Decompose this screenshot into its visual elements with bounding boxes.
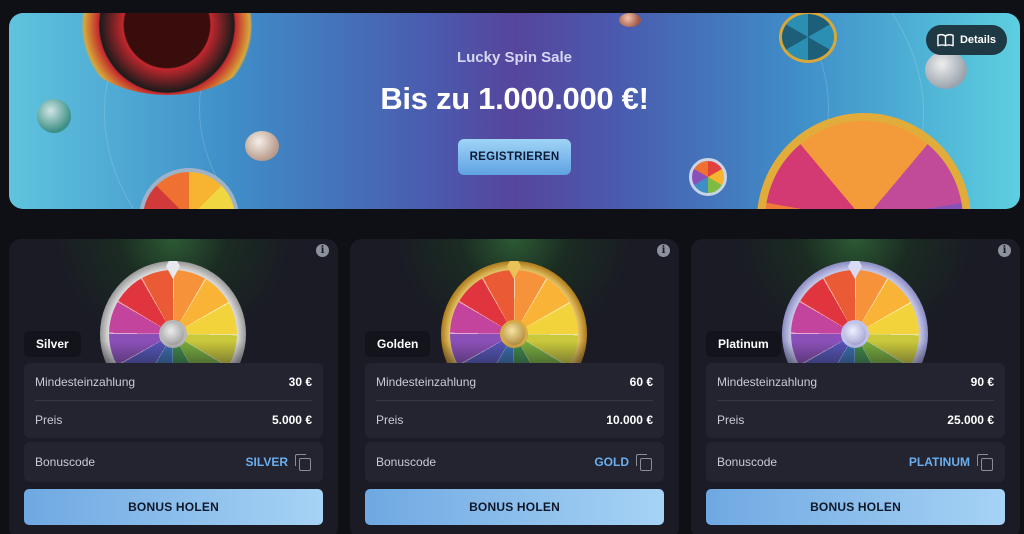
info-box: Mindesteinzahlung 90 € Preis 25.000 € (706, 363, 1005, 438)
bonus-code-value[interactable]: GOLD (594, 455, 629, 469)
info-icon[interactable]: i (998, 244, 1011, 257)
banner-title: Lucky Spin Sale (456, 49, 573, 66)
price-value: 5.000 € (271, 413, 312, 427)
min-deposit-row: Mindesteinzahlung 30 € (35, 363, 312, 401)
min-deposit-value: 30 € (288, 374, 312, 389)
copy-icon[interactable] (636, 454, 652, 471)
get-bonus-button[interactable]: BONUS HOLEN (365, 489, 664, 525)
book-open-icon (937, 33, 954, 47)
bonus-code-label: Bonuscode (717, 455, 778, 469)
coin-icon (245, 131, 279, 161)
min-deposit-value: 60 € (629, 374, 653, 389)
bonus-code-label: Bonuscode (35, 455, 96, 469)
info-icon[interactable]: i (316, 244, 329, 257)
price-label: Preis (35, 413, 63, 427)
bonus-code-label: Bonuscode (376, 455, 437, 469)
bonus-card-platinum: i Platinum Mindesteinzahlung 90 € Preis … (691, 239, 1020, 534)
promo-banner: Lucky Spin Sale Bis zu 1.000.000 €! REGI… (9, 13, 1020, 209)
bonus-code-copy[interactable]: GOLD (594, 454, 652, 471)
price-row: Preis 5.000 € (35, 401, 312, 439)
coin-icon (619, 13, 641, 27)
min-deposit-label: Mindesteinzahlung (376, 374, 477, 389)
bonus-code-value[interactable]: SILVER (246, 455, 288, 469)
get-bonus-button[interactable]: BONUS HOLEN (706, 489, 1005, 525)
price-label: Preis (376, 413, 404, 427)
tier-label: Platinum (706, 331, 781, 357)
info-box: Mindesteinzahlung 60 € Preis 10.000 € (365, 363, 664, 438)
bonus-code-box: Bonuscode PLATINUM (706, 442, 1005, 482)
price-label: Preis (717, 413, 745, 427)
min-deposit-label: Mindesteinzahlung (717, 374, 818, 389)
info-icon[interactable]: i (657, 244, 670, 257)
bonus-code-box: Bonuscode SILVER (24, 442, 323, 482)
bonus-card-golden: i Golden Mindesteinzahlung 60 € Preis 10… (350, 239, 679, 534)
bonus-code-copy[interactable]: PLATINUM (909, 454, 993, 471)
copy-icon[interactable] (977, 454, 993, 471)
register-button[interactable]: REGISTRIEREN (458, 139, 571, 175)
bonus-code-value[interactable]: PLATINUM (909, 455, 970, 469)
min-deposit-label: Mindesteinzahlung (35, 374, 136, 389)
min-deposit-row: Mindesteinzahlung 60 € (376, 363, 653, 401)
tier-label: Golden (365, 331, 431, 357)
banner-amount: Bis zu 1.000.000 €! (380, 81, 649, 116)
banner-wheel-tiny (689, 158, 727, 196)
bonus-card-silver: i Silver Mindesteinzahlung 30 € Preis 5.… (9, 239, 338, 534)
bonus-code-box: Bonuscode GOLD (365, 442, 664, 482)
price-row: Preis 25.000 € (717, 401, 994, 439)
price-value: 25.000 € (947, 413, 994, 427)
tier-label: Silver (24, 331, 81, 357)
price-value: 10.000 € (606, 413, 653, 427)
min-deposit-value: 90 € (970, 374, 994, 389)
info-box: Mindesteinzahlung 30 € Preis 5.000 € (24, 363, 323, 438)
details-button[interactable]: Details (926, 25, 1007, 55)
get-bonus-button[interactable]: BONUS HOLEN (24, 489, 323, 525)
details-label: Details (959, 34, 997, 46)
min-deposit-row: Mindesteinzahlung 90 € (717, 363, 994, 401)
copy-icon[interactable] (295, 454, 311, 471)
bonus-code-copy[interactable]: SILVER (246, 454, 311, 471)
price-row: Preis 10.000 € (376, 401, 653, 439)
